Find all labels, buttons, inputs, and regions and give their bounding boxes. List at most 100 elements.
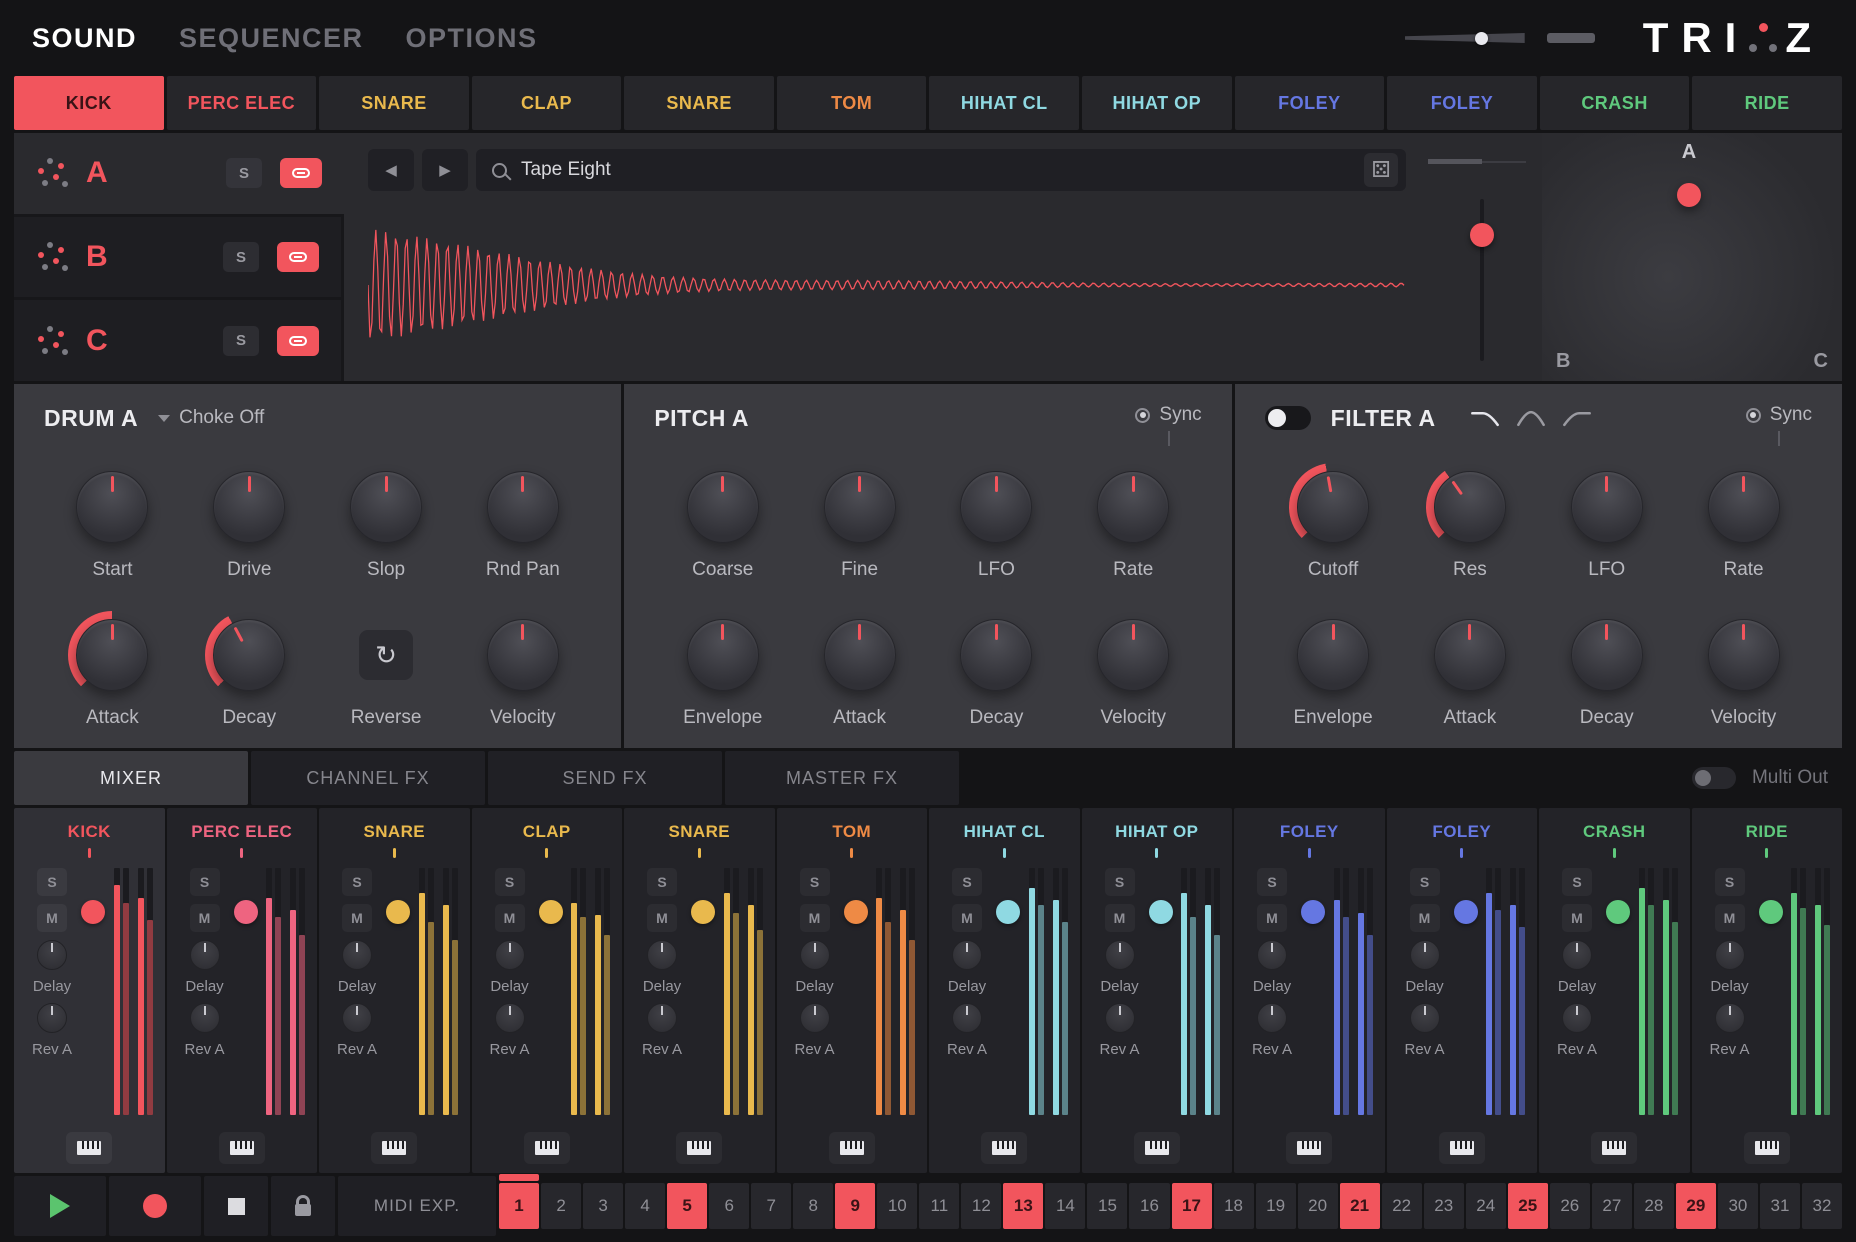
layer-row-a[interactable]: AS xyxy=(14,133,344,217)
step-25[interactable]: 25 xyxy=(1508,1183,1548,1229)
mute-button[interactable]: M xyxy=(952,904,982,932)
step-1[interactable]: 1 xyxy=(499,1183,539,1229)
delay-send-knob[interactable] xyxy=(1257,940,1287,970)
keyboard-icon[interactable] xyxy=(676,1132,722,1164)
step-23[interactable]: 23 xyxy=(1424,1183,1464,1229)
step-28[interactable]: 28 xyxy=(1634,1183,1674,1229)
pitch-a-fine-knob[interactable] xyxy=(816,463,904,551)
layer-b-solo-button[interactable]: S xyxy=(223,242,259,272)
solo-button[interactable]: S xyxy=(800,868,830,896)
lock-button[interactable] xyxy=(271,1176,335,1236)
sync-radio[interactable] xyxy=(1746,408,1761,423)
step-2[interactable]: 2 xyxy=(541,1183,581,1229)
pitch-a-coarse-knob[interactable] xyxy=(679,463,767,551)
sync-control[interactable]: Sync xyxy=(1746,404,1812,446)
mute-button[interactable]: M xyxy=(37,904,67,932)
pitch-a-decay-knob[interactable] xyxy=(952,611,1040,699)
pitch-a-velocity-knob[interactable] xyxy=(1089,611,1177,699)
reverb-send-knob[interactable] xyxy=(647,1003,677,1033)
layer-row-b[interactable]: BS xyxy=(14,217,344,301)
pan-knob[interactable] xyxy=(691,900,715,924)
pad-tab-foley-10[interactable]: FOLEY xyxy=(1387,76,1537,130)
drum-a-velocity-knob[interactable] xyxy=(479,611,567,699)
stop-button[interactable] xyxy=(204,1176,268,1236)
delay-send-knob[interactable] xyxy=(800,940,830,970)
delay-send-knob[interactable] xyxy=(647,940,677,970)
solo-button[interactable]: S xyxy=(1410,868,1440,896)
sample-search-box[interactable]: Tape Eight ⚄ xyxy=(476,149,1406,191)
step-7[interactable]: 7 xyxy=(751,1183,791,1229)
pan-knob[interactable] xyxy=(1149,900,1173,924)
step-15[interactable]: 15 xyxy=(1087,1183,1127,1229)
filter-a-lfo-knob[interactable] xyxy=(1563,463,1651,551)
tab-options[interactable]: OPTIONS xyxy=(406,23,538,54)
solo-button[interactable]: S xyxy=(952,868,982,896)
step-20[interactable]: 20 xyxy=(1298,1183,1338,1229)
pad-tab-snare-5[interactable]: SNARE xyxy=(624,76,774,130)
sync-control[interactable]: Sync xyxy=(1135,404,1201,446)
solo-button[interactable]: S xyxy=(1715,868,1745,896)
pad-tab-hihat-cl-7[interactable]: HIHAT CL xyxy=(929,76,1079,130)
reverb-send-knob[interactable] xyxy=(800,1003,830,1033)
reverb-send-knob[interactable] xyxy=(1105,1003,1135,1033)
step-14[interactable]: 14 xyxy=(1045,1183,1085,1229)
solo-button[interactable]: S xyxy=(647,868,677,896)
choke-mode-dropdown[interactable]: Choke Off xyxy=(158,404,264,432)
pad-tab-clap-4[interactable]: CLAP xyxy=(472,76,622,130)
delay-send-knob[interactable] xyxy=(37,940,67,970)
next-sample-button[interactable]: ▶ xyxy=(422,149,468,191)
filter-a-velocity-knob[interactable] xyxy=(1700,611,1788,699)
play-button[interactable] xyxy=(14,1176,106,1236)
solo-button[interactable]: S xyxy=(342,868,372,896)
lowpass-icon[interactable] xyxy=(1470,409,1500,428)
reverb-send-knob[interactable] xyxy=(1257,1003,1287,1033)
pad-tab-snare-3[interactable]: SNARE xyxy=(319,76,469,130)
layer-xy-pad[interactable]: A B C xyxy=(1542,133,1842,381)
solo-button[interactable]: S xyxy=(1257,868,1287,896)
keyboard-icon[interactable] xyxy=(1286,1132,1332,1164)
pad-tab-foley-9[interactable]: FOLEY xyxy=(1235,76,1385,130)
reverb-send-knob[interactable] xyxy=(190,1003,220,1033)
layer-row-c[interactable]: CS xyxy=(14,300,344,381)
mixer-strip-kick-1[interactable]: KICKSMDelayRev A xyxy=(14,808,165,1173)
midi-export-button[interactable]: MIDI EXP. xyxy=(338,1176,496,1236)
layer-b-link-button[interactable] xyxy=(277,242,319,272)
tab-sound[interactable]: SOUND xyxy=(32,23,137,54)
mixer-strip-perc-elec-2[interactable]: PERC ELECSMDelayRev A xyxy=(167,808,318,1173)
tab-master-fx[interactable]: MASTER FX xyxy=(725,751,959,805)
multi-out-toggle[interactable] xyxy=(1692,767,1736,789)
drum-a-reverse-button[interactable]: ↻ xyxy=(359,630,413,680)
pad-tab-tom-6[interactable]: TOM xyxy=(777,76,927,130)
step-30[interactable]: 30 xyxy=(1718,1183,1758,1229)
mute-button[interactable]: M xyxy=(190,904,220,932)
delay-send-knob[interactable] xyxy=(952,940,982,970)
keyboard-icon[interactable] xyxy=(1591,1132,1637,1164)
step-5[interactable]: 5 xyxy=(667,1183,707,1229)
step-24[interactable]: 24 xyxy=(1466,1183,1506,1229)
pan-knob[interactable] xyxy=(1759,900,1783,924)
keyboard-icon[interactable] xyxy=(829,1132,875,1164)
mute-button[interactable]: M xyxy=(1715,904,1745,932)
drum-a-start-knob[interactable] xyxy=(68,463,156,551)
pad-tab-hihat-op-8[interactable]: HIHAT OP xyxy=(1082,76,1232,130)
mixer-strip-snare-5[interactable]: SNARESMDelayRev A xyxy=(624,808,775,1173)
mute-button[interactable]: M xyxy=(1562,904,1592,932)
step-26[interactable]: 26 xyxy=(1550,1183,1590,1229)
reverb-send-knob[interactable] xyxy=(495,1003,525,1033)
pan-knob[interactable] xyxy=(234,900,258,924)
reverb-send-knob[interactable] xyxy=(342,1003,372,1033)
mixer-strip-crash-11[interactable]: CRASHSMDelayRev A xyxy=(1539,808,1690,1173)
mixer-strip-foley-9[interactable]: FOLEYSMDelayRev A xyxy=(1234,808,1385,1173)
step-6[interactable]: 6 xyxy=(709,1183,749,1229)
pan-knob[interactable] xyxy=(1606,900,1630,924)
pan-knob[interactable] xyxy=(539,900,563,924)
step-17[interactable]: 17 xyxy=(1172,1183,1212,1229)
keyboard-icon[interactable] xyxy=(66,1132,112,1164)
master-volume-slider[interactable] xyxy=(1405,24,1595,52)
step-9[interactable]: 9 xyxy=(835,1183,875,1229)
mixer-strip-tom-6[interactable]: TOMSMDelayRev A xyxy=(777,808,928,1173)
filter-a-attack-knob[interactable] xyxy=(1426,611,1514,699)
pitch-a-lfo-knob[interactable] xyxy=(952,463,1040,551)
step-10[interactable]: 10 xyxy=(877,1183,917,1229)
delay-send-knob[interactable] xyxy=(1410,940,1440,970)
